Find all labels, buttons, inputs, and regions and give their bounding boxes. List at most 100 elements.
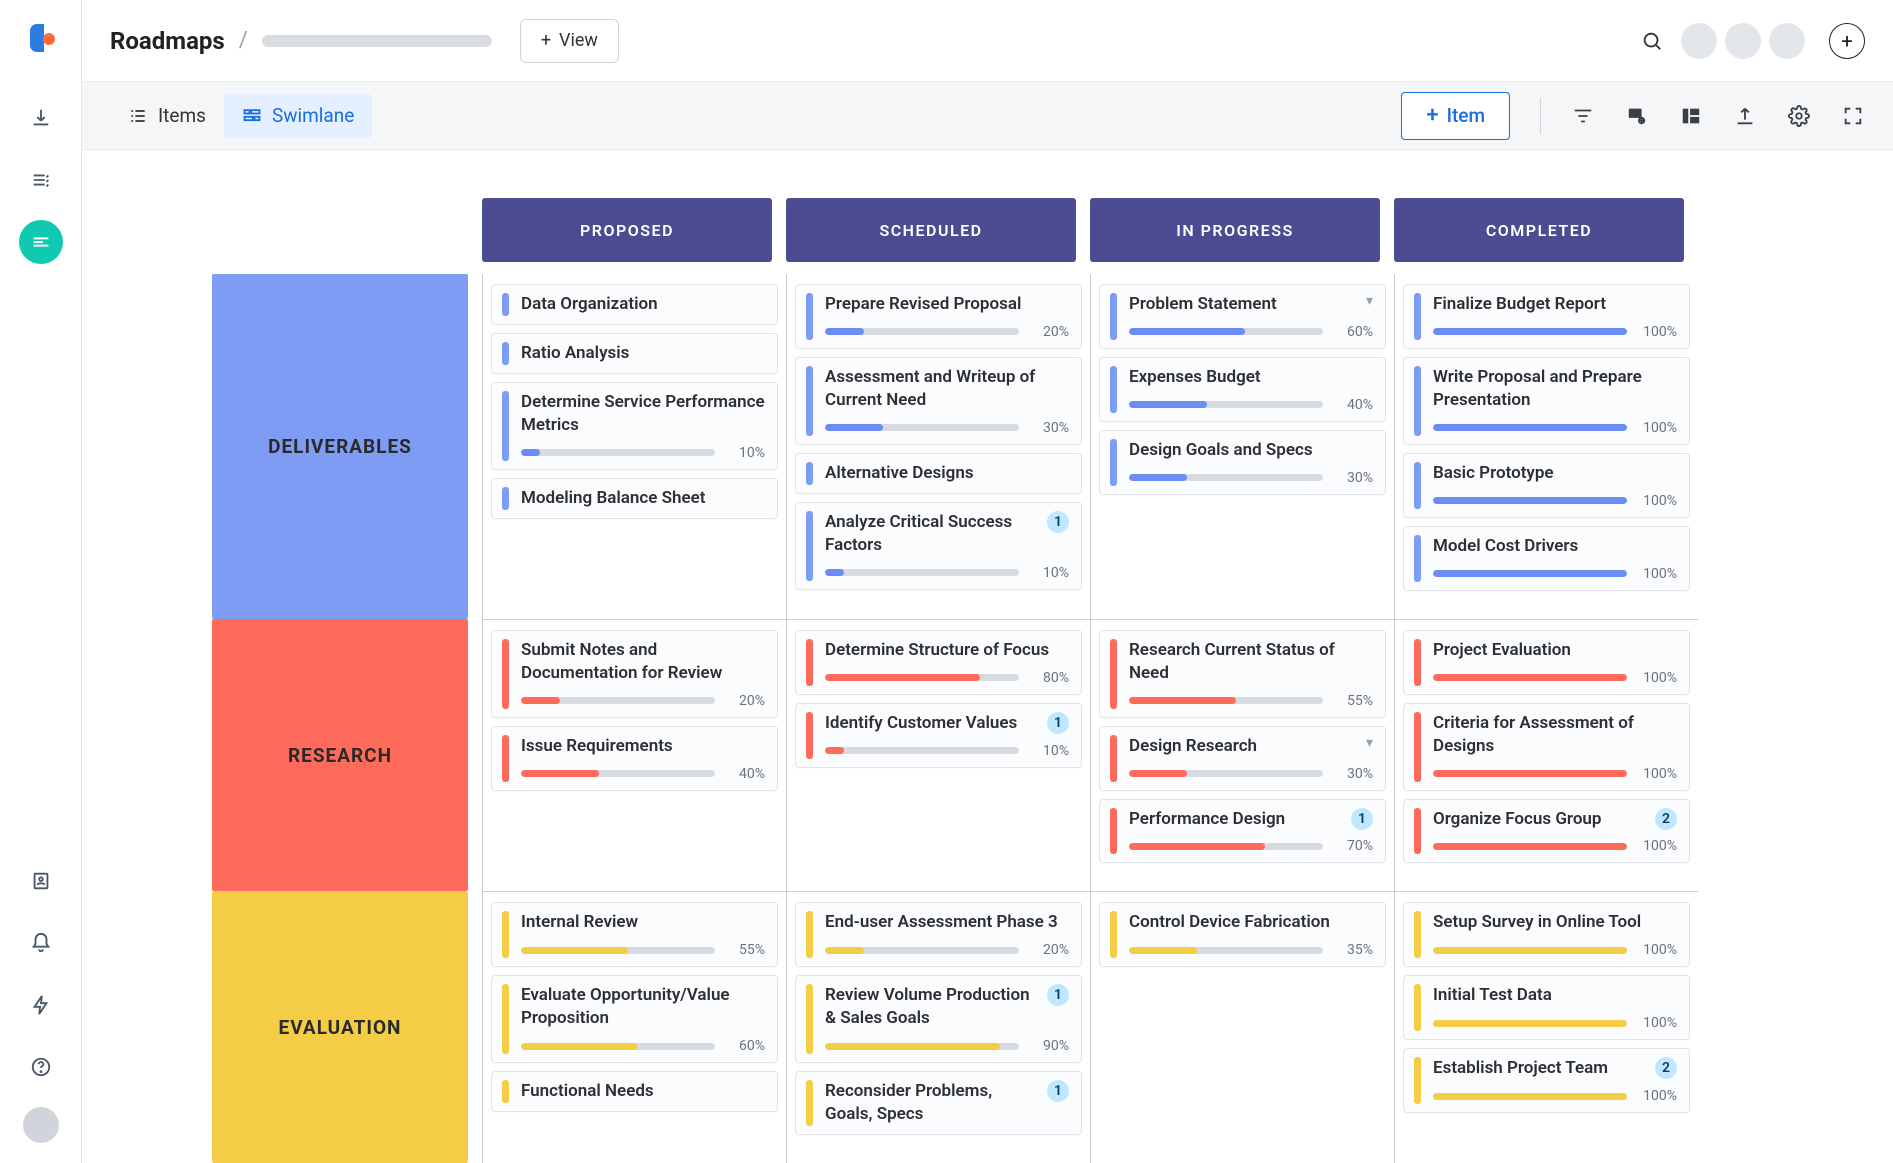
board-cell[interactable]: End-user Assessment Phase 320% Review Vol… xyxy=(786,891,1090,1163)
card[interactable]: Initial Test Data100% xyxy=(1403,975,1690,1040)
progress-label: 35% xyxy=(1333,942,1373,958)
card[interactable]: Establish Project Team2100% xyxy=(1403,1048,1690,1113)
collaborator-avatar[interactable] xyxy=(1725,23,1761,59)
tab-items-label: Items xyxy=(158,104,206,127)
gear-icon[interactable] xyxy=(1787,104,1811,128)
card[interactable]: Expenses Budget40% xyxy=(1099,357,1386,422)
card-badge: 1 xyxy=(1047,984,1069,1006)
card-badge: 1 xyxy=(1047,712,1069,734)
card[interactable]: Analyze Critical Success Factors110% xyxy=(795,502,1082,590)
card-title: Design Goals and Specs xyxy=(1129,439,1373,462)
swimlane-nav-icon[interactable] xyxy=(19,220,63,264)
bell-icon[interactable] xyxy=(19,921,63,965)
board-cell[interactable]: Finalize Budget Report100% Write Proposal… xyxy=(1394,274,1698,619)
card[interactable]: Submit Notes and Documentation for Revie… xyxy=(491,630,778,718)
list-icon[interactable] xyxy=(19,158,63,202)
board-cell[interactable]: Control Device Fabrication35% xyxy=(1090,891,1394,1163)
card[interactable]: Reconsider Problems, Goals, Specs1 xyxy=(795,1071,1082,1135)
board-cell[interactable]: Prepare Revised Proposal20% Assessment an… xyxy=(786,274,1090,619)
card[interactable]: Control Device Fabrication35% xyxy=(1099,902,1386,967)
card[interactable]: Problem Statement▾60% xyxy=(1099,284,1386,349)
tab-swimlane[interactable]: Swimlane xyxy=(224,94,372,138)
card[interactable]: Setup Survey in Online Tool100% xyxy=(1403,902,1690,967)
topbar: Roadmaps / + View + xyxy=(82,0,1893,82)
filter-icon[interactable] xyxy=(1571,104,1595,128)
card[interactable]: Data Organization xyxy=(491,284,778,325)
layout-icon[interactable] xyxy=(1679,104,1703,128)
progress-label: 30% xyxy=(1333,766,1373,782)
board-cell[interactable]: Problem Statement▾60% Expenses Budget40% D… xyxy=(1090,274,1394,619)
progress-bar xyxy=(1433,947,1627,954)
progress-bar xyxy=(825,569,1019,576)
card-title: Design Research xyxy=(1129,735,1360,758)
view-button-label: View xyxy=(559,30,598,51)
board-cell[interactable]: Internal Review55% Evaluate Opportunity/V… xyxy=(482,891,786,1163)
progress-label: 100% xyxy=(1637,838,1677,854)
progress-label: 100% xyxy=(1637,1088,1677,1104)
board-cell[interactable]: Setup Survey in Online Tool100% Initial T… xyxy=(1394,891,1698,1163)
board-scroll[interactable]: PROPOSEDSCHEDULEDIN PROGRESSCOMPLETEDDEL… xyxy=(82,150,1893,1163)
add-item-button[interactable]: + Item xyxy=(1401,92,1510,140)
card[interactable]: Review Volume Production & Sales Goals19… xyxy=(795,975,1082,1063)
tab-items[interactable]: Items xyxy=(110,94,224,138)
export-icon[interactable] xyxy=(1733,104,1757,128)
card-stripe xyxy=(806,293,813,340)
progress-label: 20% xyxy=(725,693,765,709)
breadcrumb-placeholder[interactable] xyxy=(262,35,492,47)
card-stripe xyxy=(1110,293,1117,340)
card[interactable]: Research Current Status of Need55% xyxy=(1099,630,1386,718)
card[interactable]: Alternative Designs xyxy=(795,453,1082,494)
card[interactable]: Criteria for Assessment of Designs100% xyxy=(1403,703,1690,791)
add-collaborator-button[interactable]: + xyxy=(1829,23,1865,59)
view-button[interactable]: + View xyxy=(520,19,619,63)
help-icon[interactable] xyxy=(19,1045,63,1089)
link-icon[interactable] xyxy=(1625,104,1649,128)
download-icon[interactable] xyxy=(19,96,63,140)
card[interactable]: Determine Service Performance Metrics10% xyxy=(491,382,778,470)
board-cell[interactable]: Determine Structure of Focus80% Identify … xyxy=(786,619,1090,892)
bolt-icon[interactable] xyxy=(19,983,63,1027)
user-avatar[interactable] xyxy=(23,1107,59,1143)
card[interactable]: Model Cost Drivers100% xyxy=(1403,526,1690,591)
card[interactable]: Finalize Budget Report100% xyxy=(1403,284,1690,349)
fullscreen-icon[interactable] xyxy=(1841,104,1865,128)
card-title: Expenses Budget xyxy=(1129,366,1373,389)
collaborator-avatar[interactable] xyxy=(1769,23,1805,59)
card-badge: 1 xyxy=(1047,1080,1069,1102)
progress-label: 30% xyxy=(1333,470,1373,486)
card[interactable]: End-user Assessment Phase 320% xyxy=(795,902,1082,967)
plus-icon: + xyxy=(1426,105,1438,127)
divider xyxy=(1540,98,1541,134)
card[interactable]: Design Research ▾ 30% xyxy=(1099,726,1386,791)
progress-label: 10% xyxy=(725,445,765,461)
card[interactable]: Identify Customer Values110% xyxy=(795,703,1082,768)
card[interactable]: Issue Requirements40% xyxy=(491,726,778,791)
board-cell[interactable]: Research Current Status of Need55% Design… xyxy=(1090,619,1394,892)
contacts-icon[interactable] xyxy=(19,859,63,903)
card[interactable]: Performance Design170% xyxy=(1099,799,1386,864)
search-icon[interactable] xyxy=(1641,30,1663,52)
card[interactable]: Evaluate Opportunity/Value Proposition60… xyxy=(491,975,778,1063)
board-cell[interactable]: Data Organization Ratio Analysis Determine… xyxy=(482,274,786,619)
card[interactable]: Prepare Revised Proposal20% xyxy=(795,284,1082,349)
card-menu-icon[interactable]: ▾ xyxy=(1366,735,1373,752)
board-cell[interactable]: Project Evaluation100% Criteria for Asses… xyxy=(1394,619,1698,892)
card[interactable]: Design Goals and Specs 30% xyxy=(1099,430,1386,495)
card-menu-icon[interactable]: ▾ xyxy=(1366,293,1373,310)
left-rail xyxy=(0,0,82,1163)
card[interactable]: Basic Prototype100% xyxy=(1403,453,1690,518)
card[interactable]: Assessment and Writeup of Current Need30… xyxy=(795,357,1082,445)
card[interactable]: Functional Needs xyxy=(491,1071,778,1112)
progress-bar xyxy=(1129,947,1323,954)
progress-label: 30% xyxy=(1029,420,1069,436)
card[interactable]: Internal Review55% xyxy=(491,902,778,967)
card[interactable]: Modeling Balance Sheet xyxy=(491,478,778,519)
card[interactable]: Organize Focus Group2100% xyxy=(1403,799,1690,864)
progress-bar xyxy=(1129,401,1323,408)
board-cell[interactable]: Submit Notes and Documentation for Revie… xyxy=(482,619,786,892)
collaborator-avatar[interactable] xyxy=(1681,23,1717,59)
card[interactable]: Ratio Analysis xyxy=(491,333,778,374)
card[interactable]: Project Evaluation100% xyxy=(1403,630,1690,695)
card[interactable]: Write Proposal and Prepare Presentation1… xyxy=(1403,357,1690,445)
card[interactable]: Determine Structure of Focus80% xyxy=(795,630,1082,695)
